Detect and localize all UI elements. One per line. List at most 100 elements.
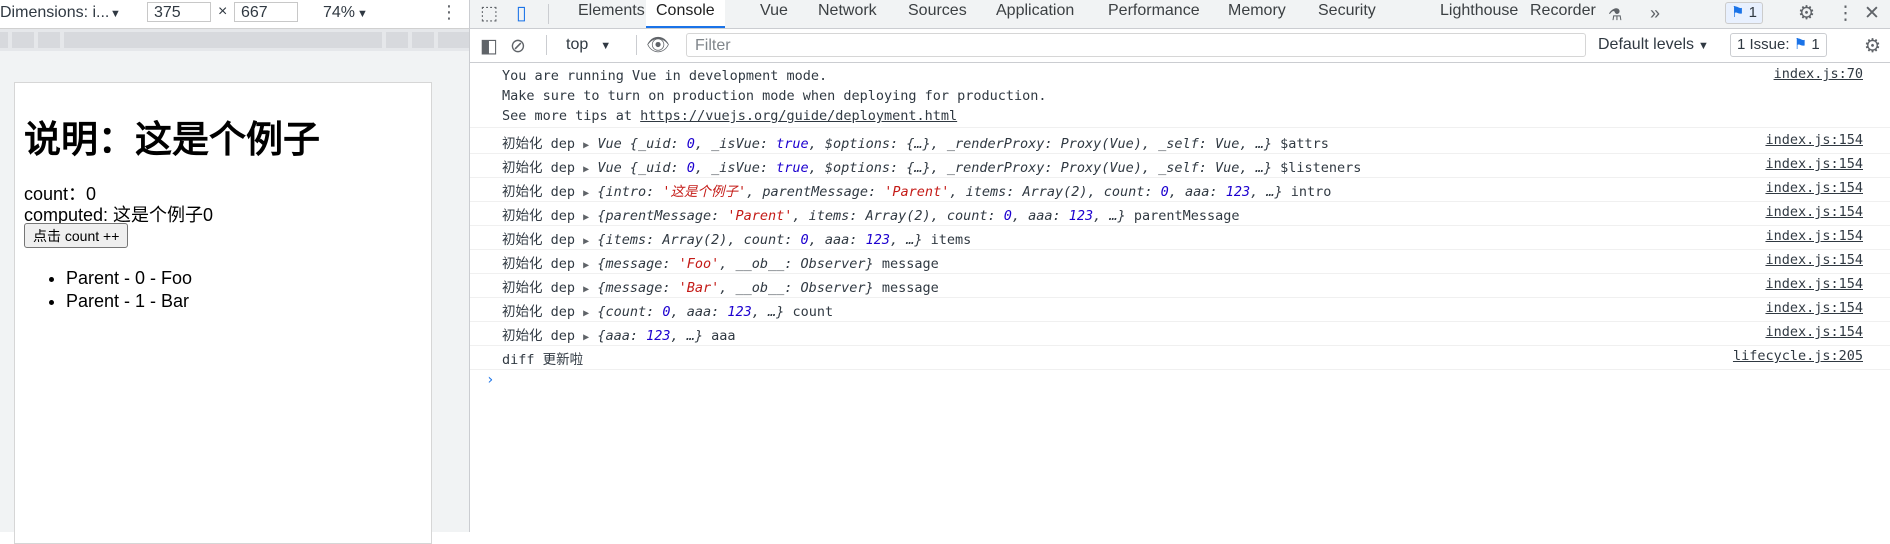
flask-icon: ⚗: [1608, 7, 1623, 24]
tab-network[interactable]: Network: [818, 0, 877, 28]
width-input[interactable]: 375: [147, 2, 211, 22]
row-suffix: count: [792, 304, 834, 320]
source-link[interactable]: index.js:154: [1765, 300, 1863, 316]
close-icon[interactable]: ✕: [1864, 2, 1880, 25]
source-link[interactable]: index.js:154: [1765, 132, 1863, 148]
page-title: 说明：这是个例子: [24, 119, 320, 160]
tab-vue[interactable]: Vue: [760, 0, 788, 28]
object-preview[interactable]: {intro: '这是个例子', parentMessage: 'Parent'…: [597, 184, 1282, 200]
more-tabs-icon[interactable]: »: [1650, 3, 1660, 24]
console-row-message: 初始化 dep ▶ {message: 'Foo', __ob__: Obser…: [502, 252, 939, 272]
tab-performance[interactable]: Performance: [1108, 0, 1200, 28]
console-row-message: 初始化 dep ▶ {intro: '这是个例子', parentMessage…: [502, 180, 1331, 200]
console-settings-icon[interactable]: ⚙: [1864, 35, 1881, 58]
expand-triangle-icon[interactable]: ▶: [583, 236, 589, 247]
media-query-ruler[interactable]: [0, 29, 469, 51]
inspect-element-icon[interactable]: ⬚: [480, 2, 498, 25]
issue-flag-icon: ⚑: [1793, 36, 1808, 53]
ruler-segment[interactable]: [438, 32, 469, 48]
console-row-message: 初始化 dep ▶ {aaa: 123, …} aaa: [502, 324, 736, 344]
device-toggle-icon[interactable]: ▯: [516, 2, 526, 25]
ruler-segment[interactable]: [386, 32, 408, 48]
row-suffix: intro: [1290, 184, 1332, 200]
object-preview[interactable]: {message: 'Bar', __ob__: Observer}: [597, 280, 873, 296]
clear-console-icon[interactable]: ⊘: [510, 35, 526, 58]
device-preview-pane: Dimensions: i... ▼ 375 × 667 74% ▼ ⋮ 说明：这…: [0, 0, 470, 544]
object-preview[interactable]: {items: Array(2), count: 0, aaa: 123, …}: [597, 232, 922, 248]
zoom-value: 74%: [323, 4, 356, 21]
source-link[interactable]: index.js:154: [1765, 276, 1863, 292]
expand-triangle-icon[interactable]: ▶: [583, 164, 589, 175]
tab-sources[interactable]: Sources: [908, 0, 967, 28]
chevron-down-icon: ▼: [357, 8, 368, 20]
issues-button[interactable]: 1 Issue: ⚑ 1: [1730, 33, 1827, 57]
tab-elements[interactable]: Elements: [578, 0, 645, 28]
ruler-segment[interactable]: [38, 32, 60, 48]
height-input[interactable]: 667: [234, 2, 298, 22]
log-levels-dropdown[interactable]: Default levels ▼: [1598, 36, 1709, 54]
expand-triangle-icon[interactable]: ▶: [583, 188, 589, 199]
eye-icon[interactable]: 👁: [646, 33, 670, 57]
increment-count-button[interactable]: 点击 count ++: [24, 223, 129, 248]
console-row: 初始化 dep ▶ {items: Array(2), count: 0, aa…: [470, 225, 1890, 250]
row-suffix: parentMessage: [1133, 208, 1240, 224]
object-preview[interactable]: Vue {_uid: 0, _isVue: true, $options: {……: [597, 136, 1272, 152]
chevron-down-icon[interactable]: ▼: [110, 8, 121, 20]
expand-triangle-icon[interactable]: ▶: [583, 284, 589, 295]
ruler-segment[interactable]: [412, 32, 434, 48]
expand-triangle-icon[interactable]: ▶: [583, 260, 589, 271]
source-link[interactable]: index.js:154: [1765, 228, 1863, 244]
object-preview[interactable]: Vue {_uid: 0, _isVue: true, $options: {……: [597, 160, 1272, 176]
object-preview[interactable]: {aaa: 123, …}: [597, 328, 703, 344]
source-link[interactable]: index.js:154: [1765, 324, 1863, 340]
row-prefix: 初始化 dep: [502, 208, 576, 224]
expand-triangle-icon[interactable]: ▶: [583, 332, 589, 343]
source-link[interactable]: index.js:70: [1774, 66, 1863, 82]
zoom-dropdown[interactable]: 74% ▼: [323, 4, 368, 22]
tab-security[interactable]: Security: [1318, 0, 1376, 28]
tab-memory[interactable]: Memory: [1228, 0, 1286, 28]
source-link[interactable]: index.js:154: [1765, 252, 1863, 268]
console-row: 初始化 dep ▶ {count: 0, aaa: 123, …} count i…: [470, 297, 1890, 322]
tab-lighthouse[interactable]: Lighthouse: [1440, 0, 1518, 28]
issues-badge[interactable]: ⚑ 1: [1725, 2, 1763, 24]
row-suffix: message: [881, 256, 939, 272]
row-suffix: $listeners: [1280, 160, 1362, 176]
ruler-segment[interactable]: [0, 32, 8, 48]
tab-recorder[interactable]: Recorder: [1530, 0, 1596, 28]
dimensions-dropdown[interactable]: Dimensions: i...: [0, 4, 109, 22]
source-link[interactable]: lifecycle.js:205: [1733, 348, 1863, 364]
row-prefix: 初始化 dep: [502, 304, 576, 320]
console-row: 初始化 dep ▶ Vue {_uid: 0, _isVue: true, $o…: [470, 129, 1890, 154]
tab-console[interactable]: Console: [646, 0, 725, 28]
source-link[interactable]: index.js:154: [1765, 204, 1863, 220]
tab-application[interactable]: Application: [996, 0, 1074, 28]
console-row: 初始化 dep ▶ {message: 'Bar', __ob__: Obser…: [470, 273, 1890, 298]
context-value: top: [566, 36, 589, 53]
gear-icon[interactable]: ⚙: [1798, 2, 1815, 25]
console-prompt-icon[interactable]: ›: [486, 372, 494, 388]
source-link[interactable]: index.js:154: [1765, 156, 1863, 172]
filter-input[interactable]: Filter: [686, 33, 1586, 57]
ruler-segment[interactable]: [12, 32, 34, 48]
console-row-message: 初始化 dep ▶ {items: Array(2), count: 0, aa…: [502, 228, 971, 248]
object-preview[interactable]: {message: 'Foo', __ob__: Observer}: [597, 256, 873, 272]
device-toolbar: Dimensions: i... ▼ 375 × 667 74% ▼ ⋮: [0, 0, 469, 29]
expand-triangle-icon[interactable]: ▶: [583, 212, 589, 223]
issues-badge-count: 1: [1748, 4, 1757, 21]
issue-flag-icon: ⚑: [1731, 4, 1745, 21]
sidebar-toggle-icon[interactable]: ◧: [480, 35, 498, 58]
context-selector[interactable]: top ▼: [566, 36, 611, 54]
expand-triangle-icon[interactable]: ▶: [583, 308, 589, 319]
expand-triangle-icon[interactable]: ▶: [583, 140, 589, 151]
divider: [548, 4, 549, 24]
console-row-message: 初始化 dep ▶ Vue {_uid: 0, _isVue: true, $o…: [502, 156, 1361, 176]
kebab-menu-icon[interactable]: ⋮: [1836, 2, 1855, 25]
object-preview[interactable]: {parentMessage: 'Parent', items: Array(2…: [597, 208, 1125, 224]
object-preview[interactable]: {count: 0, aaa: 123, …}: [597, 304, 784, 320]
source-link[interactable]: index.js:154: [1765, 180, 1863, 196]
more-options-icon[interactable]: ⋮: [440, 2, 458, 23]
ruler-segment[interactable]: [64, 32, 382, 48]
row-prefix: 初始化 dep: [502, 328, 576, 344]
deployment-guide-link[interactable]: https://vuejs.org/guide/deployment.html: [640, 108, 957, 124]
